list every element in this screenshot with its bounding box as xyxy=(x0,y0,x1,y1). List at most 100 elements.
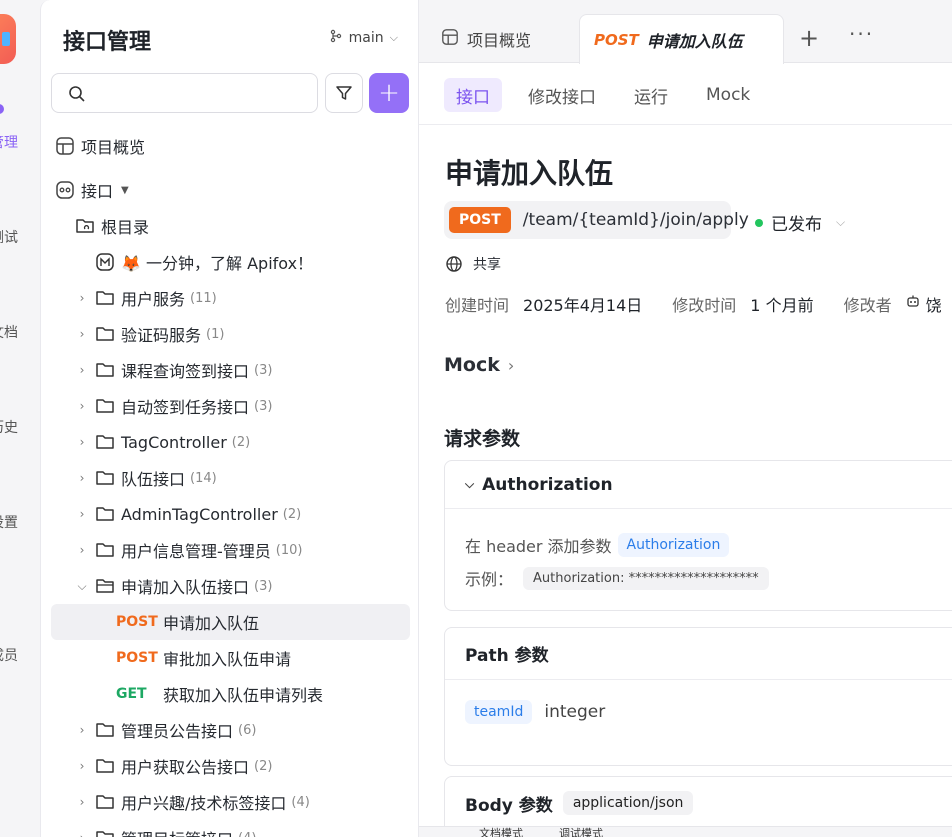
tree-folder[interactable]: › 自动签到任务接口 (3) xyxy=(41,388,418,424)
globe-icon xyxy=(446,256,462,272)
branch-selector[interactable]: main ⌵ xyxy=(329,29,398,47)
tree-folder[interactable]: › 管理员公告接口 (6) xyxy=(41,712,418,748)
path-param-type: integer xyxy=(544,702,606,722)
rail-item-settings[interactable]: 设置 xyxy=(0,512,18,532)
mode-tab-doc[interactable]: 文档模式 xyxy=(479,825,523,837)
body-content-type[interactable]: application/json xyxy=(562,791,694,815)
endpoint-method: GET xyxy=(116,686,147,702)
tree-item-label: 根目录 xyxy=(101,218,150,237)
modifier-value: 饶 xyxy=(925,296,942,315)
tree-endpoint[interactable]: POST 审批加入队伍申请 xyxy=(41,640,418,676)
subtab-mock[interactable]: Mock xyxy=(694,78,762,112)
folder-icon xyxy=(95,469,115,487)
mode-tab-debug[interactable]: 调试模式 xyxy=(559,825,603,837)
tree-item-api-root[interactable]: 接口 ▼ xyxy=(41,172,418,208)
chevron-right-icon: › xyxy=(79,327,85,341)
path-params-header: Path 参数 xyxy=(445,628,952,680)
folder-list-after: ›管理员公告接口(6)›用户获取公告接口(2)›用户兴趣/技术标签接口(4)›管… xyxy=(41,712,418,837)
endpoint-method: POST xyxy=(116,650,158,666)
tree-folder[interactable]: › 用户服务 (11) xyxy=(41,280,418,316)
folder-icon xyxy=(95,289,115,307)
chevron-down-icon: ⌵ xyxy=(836,215,846,229)
folder-count: (2) xyxy=(254,758,273,774)
body-params-title: Body 参数 xyxy=(465,795,553,816)
rail-item-test[interactable]: 测试 xyxy=(0,227,18,247)
mock-link[interactable]: Mock › xyxy=(444,354,514,376)
app-logo[interactable] xyxy=(0,14,16,64)
folder-label: 用户获取公告接口 xyxy=(121,758,250,777)
search-input[interactable] xyxy=(51,73,318,113)
endpoint-label: 获取加入队伍申请列表 xyxy=(163,686,324,705)
folder-icon xyxy=(95,325,115,343)
divider xyxy=(419,124,952,125)
auth-card-header[interactable]: ⌵ Authorization xyxy=(445,461,952,509)
rail-item-docs[interactable]: 文档 xyxy=(0,322,18,342)
folder-count: (6) xyxy=(238,722,257,738)
path-param-row: teamId integer xyxy=(465,700,605,724)
tree-folder[interactable]: › 用户兴趣/技术标签接口 (4) xyxy=(41,784,418,820)
tab-label: 申请加入队伍 xyxy=(646,31,743,51)
markdown-doc-icon xyxy=(95,252,115,272)
tree-item-overview[interactable]: 项目概览 xyxy=(41,128,418,164)
modified-label: 修改时间 xyxy=(672,296,737,315)
rail-item-history[interactable]: 历史 xyxy=(0,417,18,437)
auth-title: Authorization xyxy=(482,474,613,495)
tree-endpoint[interactable]: GET 获取加入队伍申请列表 xyxy=(41,676,418,712)
rail-item-manage[interactable]: 管理 xyxy=(0,132,18,152)
folder-icon xyxy=(95,361,115,379)
folder-label: AdminTagController xyxy=(121,504,278,524)
tree-folder[interactable]: › AdminTagController (2) xyxy=(41,496,418,532)
tree-folder[interactable]: › 管理目标管接口 (4) xyxy=(41,820,418,837)
tab-overview[interactable]: 项目概览 xyxy=(441,14,531,64)
tree-folder[interactable]: › 用户获取公告接口 (2) xyxy=(41,748,418,784)
folder-label: 验证码服务 xyxy=(121,326,202,345)
modified-value: 1 个月前 xyxy=(750,296,814,315)
auth-card: ⌵ Authorization 在 header 添加参数 Authorizat… xyxy=(444,460,952,611)
api-sidebar: 接口管理 main ⌵ + 项目概览 接口 ▼ 根目录 🦊 一分钟，了解 Api… xyxy=(40,0,419,837)
folder-icon xyxy=(95,397,115,415)
endpoint-label: 申请加入队伍 xyxy=(163,614,260,633)
tree-folder[interactable]: › 验证码服务 (1) xyxy=(41,316,418,352)
tab-active-endpoint[interactable]: POST 申请加入队伍 xyxy=(579,14,784,64)
tree-item-intro-doc[interactable]: 🦊 一分钟，了解 Apifox！ xyxy=(41,244,418,280)
path-text: /team/{teamId}/join/apply xyxy=(522,210,749,230)
folder-label: 用户信息管理-管理员 xyxy=(121,542,271,561)
tree-folder[interactable]: › TagController (2) xyxy=(41,424,418,460)
tree-folder[interactable]: ⌵ 申请加入队伍接口 (3) xyxy=(41,568,418,604)
chevron-right-icon: › xyxy=(79,435,85,449)
subtab-edit[interactable]: 修改接口 xyxy=(516,78,608,112)
api-tree: 项目概览 接口 ▼ 根目录 🦊 一分钟，了解 Apifox！ › 用户服务 (11)… xyxy=(41,128,418,837)
tree-endpoint[interactable]: POST 申请加入队伍 xyxy=(51,604,410,640)
more-icon[interactable]: ··· xyxy=(849,22,874,46)
endpoint-method: POST xyxy=(116,614,158,630)
chevron-right-icon: › xyxy=(79,507,85,521)
folder-icon xyxy=(95,757,115,775)
branch-icon xyxy=(329,29,343,47)
auth-header-row: 在 header 添加参数 Authorization xyxy=(465,533,730,557)
rail-item-members[interactable]: 成员 xyxy=(0,645,18,665)
endpoint-path[interactable]: POST /team/{teamId}/join/apply xyxy=(444,201,749,239)
folder-icon xyxy=(95,793,115,811)
filter-icon xyxy=(336,86,352,100)
main-panel: 项目概览 POST 申请加入队伍 + ··· 接口 修改接口 运行 Mock 申… xyxy=(419,0,952,837)
folder-count: (3) xyxy=(254,362,273,378)
auth-example-value: Authorization: ******************** xyxy=(523,566,769,590)
tree-folder[interactable]: › 队伍接口 (14) xyxy=(41,460,418,496)
chevron-down-icon: ⌵ xyxy=(389,31,398,44)
share-toggle[interactable]: 共享 xyxy=(445,254,501,274)
api-meta: 创建时间 2025年4月14日 修改时间 1 个月前 修改者 饶 xyxy=(445,292,952,316)
tree-item-root-dir[interactable]: 根目录 xyxy=(41,208,418,244)
folder-count: (14) xyxy=(190,470,217,486)
rail-active-indicator xyxy=(0,104,4,114)
tree-folder[interactable]: › 课程查询签到接口 (3) xyxy=(41,352,418,388)
chevron-down-icon: ⌵ xyxy=(77,578,87,593)
sub-tabs: 接口 修改接口 运行 Mock xyxy=(444,78,762,112)
filter-button[interactable] xyxy=(325,73,363,113)
status-selector[interactable]: 已发布 ⌵ xyxy=(755,210,845,235)
tree-folder[interactable]: › 用户信息管理-管理员 (10) xyxy=(41,532,418,568)
subtab-run[interactable]: 运行 xyxy=(622,78,680,112)
add-button[interactable]: + xyxy=(369,73,409,113)
subtab-api[interactable]: 接口 xyxy=(444,78,502,112)
share-label: 共享 xyxy=(473,257,501,273)
new-tab-icon[interactable]: + xyxy=(799,24,819,52)
